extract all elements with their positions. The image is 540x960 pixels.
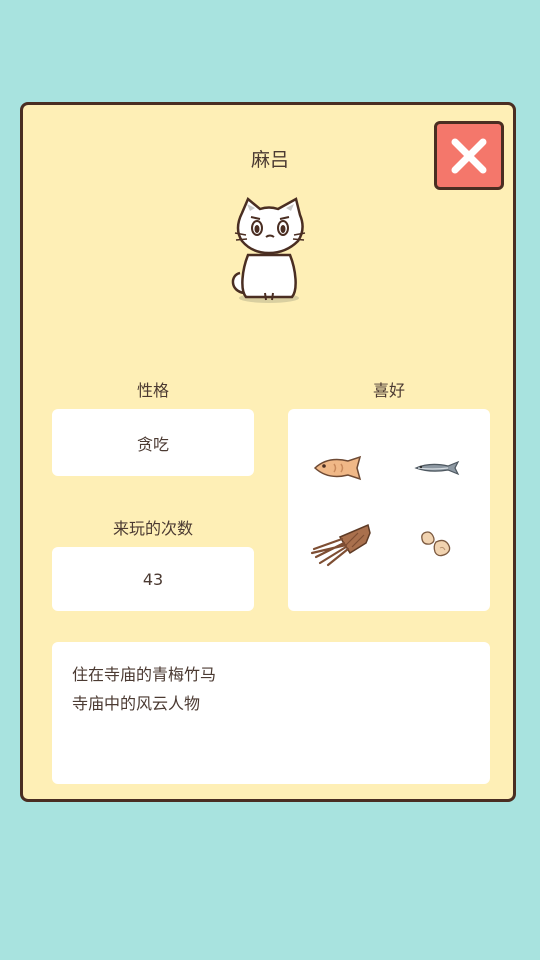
visits-box: 43 [52, 547, 254, 611]
cat-illustration [231, 196, 306, 303]
squid-icon [310, 523, 371, 567]
personality-value: 贪吃 [136, 434, 169, 454]
description-line-1: 住在寺庙的青梅竹马 [72, 665, 217, 684]
visits-value: 43 [142, 569, 164, 589]
peanut-icon [421, 531, 451, 557]
cat-name-title: 麻吕 [250, 149, 289, 171]
personality-label: 性格 [136, 381, 169, 400]
favorites-label: 喜好 [372, 381, 405, 400]
favorites-box [288, 409, 490, 611]
description-line-2: 寺庙中的风云人物 [72, 694, 201, 713]
personality-box: 贪吃 [52, 409, 254, 476]
visits-label: 来玩的次数 [112, 519, 193, 538]
fish-icon [313, 455, 362, 481]
sardine-icon [414, 460, 460, 476]
description-box: 住在寺庙的青梅竹马 寺庙中的风云人物 [52, 642, 490, 784]
